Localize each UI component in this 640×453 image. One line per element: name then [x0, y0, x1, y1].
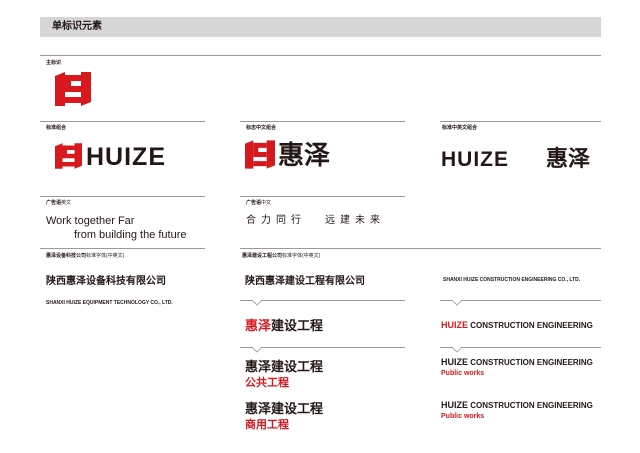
label-std-cn-en-combo: 标准中英文组合 — [442, 125, 478, 131]
page-title: 单标识元素 — [52, 21, 102, 32]
huize-logo-mark-icon — [55, 72, 91, 106]
label-equip-std: 惠泽设备科技公司标准字体(中英文) — [46, 253, 125, 259]
slogan-en-line2: from building the future — [74, 229, 187, 241]
divider — [240, 300, 405, 301]
divider — [40, 121, 205, 122]
slogan-en-line1: Work together Far — [46, 215, 135, 227]
label-standard-combo: 标准组合 — [46, 125, 67, 131]
label-constr-std: 惠泽建设工程公司标准字体(中英文) — [242, 253, 321, 259]
divider — [440, 347, 601, 348]
divider — [440, 121, 601, 122]
constr-company-cn: 陕西惠泽建设工程有限公司 — [245, 276, 365, 287]
section-header-bar — [40, 17, 601, 37]
equip-company-en: SHANXI HUIZE EQUIPMENT TECHNOLOGY CO., L… — [46, 300, 173, 306]
divider — [240, 196, 405, 197]
slogan-cn-part1: 合力同行 — [246, 215, 306, 226]
divider — [440, 300, 601, 301]
label-mark-cn-combo: 标志中文组合 — [246, 125, 277, 131]
constr-lockup-1: 惠泽建设工程 — [245, 318, 324, 333]
divider — [240, 347, 405, 348]
constr-en-lockup-commercial: HUIZE CONSTRUCTION ENGINEERING — [441, 400, 593, 410]
label-ad-en: 广告语英文 — [46, 200, 72, 206]
huize-cn-wordmark: 惠泽 — [278, 140, 331, 170]
constr-lockup-public: 惠泽建设工程 — [245, 359, 324, 374]
divider-notch-icon — [452, 300, 462, 306]
constr-company-en: SHANXI HUIZE CONSTRUCTION ENGINEERING CO… — [443, 277, 581, 283]
constr-commercial-en: Public works — [441, 413, 485, 420]
divider-notch-icon — [252, 300, 262, 306]
constr-public-cn: 公共工程 — [245, 377, 289, 389]
slogan-cn-part2: 远建未来 — [325, 215, 385, 226]
huize-wordmark: HUIZE — [86, 143, 166, 171]
divider — [40, 248, 205, 249]
divider — [40, 196, 205, 197]
constr-en-lockup-1: HUIZE CONSTRUCTION ENGINEERING — [441, 320, 593, 330]
constr-lockup-commercial: 惠泽建设工程 — [245, 401, 324, 416]
constr-commercial-cn: 商用工程 — [245, 419, 289, 431]
constr-en-lockup-public: HUIZE CONSTRUCTION ENGINEERING — [441, 357, 593, 367]
divider — [40, 55, 601, 56]
label-ad-cn: 广告语中文 — [246, 200, 272, 206]
label-main-mark: 主标识 — [46, 60, 62, 66]
equip-company-cn: 陕西惠泽设备科技有限公司 — [46, 276, 166, 287]
divider-notch-icon — [452, 347, 462, 353]
huize-wordmark: HUIZE — [441, 148, 509, 171]
divider-notch-icon — [252, 347, 262, 353]
huize-logo-mark-icon — [55, 143, 82, 169]
huize-logo-mark-icon — [245, 140, 275, 169]
divider — [240, 248, 601, 249]
divider — [240, 121, 405, 122]
huize-cn-wordmark: 惠泽 — [546, 146, 591, 171]
constr-public-en: Public works — [441, 370, 485, 377]
